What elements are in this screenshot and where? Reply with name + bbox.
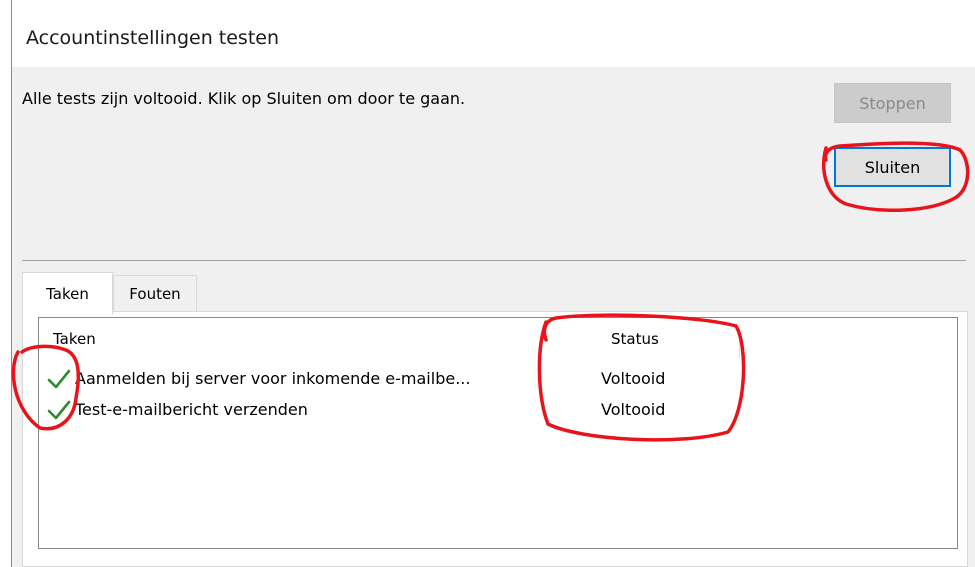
close-button[interactable]: Sluiten xyxy=(834,147,951,187)
checkmark-icon xyxy=(47,369,71,389)
tab-fouten[interactable]: Fouten xyxy=(113,275,197,312)
task-label: Test-e-mailbericht verzenden xyxy=(75,400,308,419)
list-item[interactable]: Test-e-mailbericht verzenden Voltooid xyxy=(39,396,957,426)
list-item[interactable]: Aanmelden bij server voor inkomende e-ma… xyxy=(39,365,957,395)
column-header-status[interactable]: Status xyxy=(611,330,659,348)
column-header-task[interactable]: Taken xyxy=(53,330,96,348)
task-list: Taken Status Aanmelden bij server voor i… xyxy=(38,317,958,549)
task-label: Aanmelden bij server voor inkomende e-ma… xyxy=(75,369,471,388)
stop-button[interactable]: Stoppen xyxy=(834,83,951,123)
title-bar: Accountinstellingen testen xyxy=(12,0,975,67)
tab-taken[interactable]: Taken xyxy=(22,272,113,315)
dialog-body: Alle tests zijn voltooid. Klik op Sluite… xyxy=(12,67,975,567)
separator-line xyxy=(22,260,966,261)
window-title: Accountinstellingen testen xyxy=(26,27,280,49)
status-message: Alle tests zijn voltooid. Klik op Sluite… xyxy=(22,89,466,108)
task-status: Voltooid xyxy=(601,369,666,388)
task-status: Voltooid xyxy=(601,400,666,419)
checkmark-icon xyxy=(47,400,71,420)
column-divider[interactable] xyxy=(739,324,740,358)
